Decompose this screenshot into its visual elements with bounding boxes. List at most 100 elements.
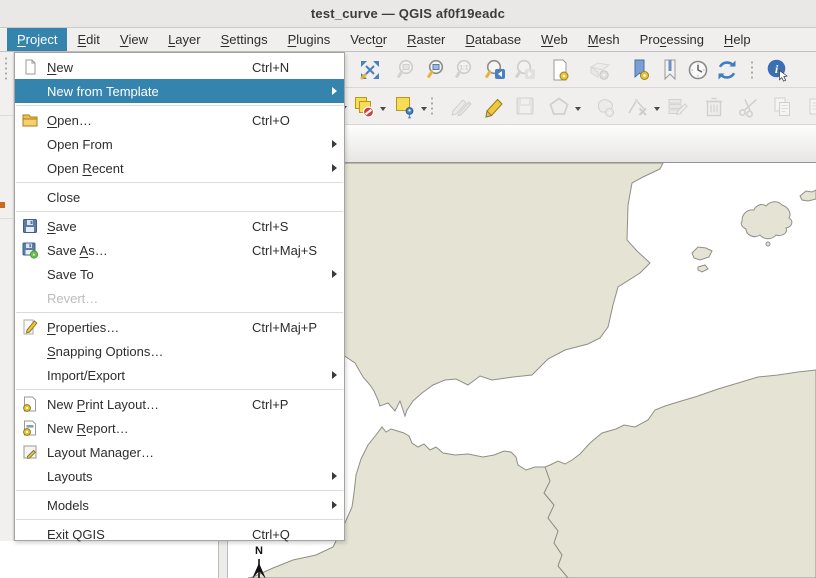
menubar-item-vector[interactable]: Vector [340, 28, 397, 51]
refresh-icon[interactable] [713, 56, 741, 84]
new-map-view-icon[interactable] [546, 56, 574, 84]
menu-item-open[interactable]: Open…Ctrl+O [15, 108, 344, 132]
menu-item-shortcut: Ctrl+S [252, 219, 330, 234]
menubar-item-raster[interactable]: Raster [397, 28, 455, 51]
project-menu: NewCtrl+NNew from TemplateOpen…Ctrl+OOpe… [14, 52, 345, 541]
menu-item-open-recent[interactable]: Open Recent [15, 156, 344, 180]
menubar-item-mesh[interactable]: Mesh [578, 28, 630, 51]
menu-item-import-export[interactable]: Import/Export [15, 363, 344, 387]
toolbar-separator [430, 96, 434, 116]
new-spatial-bookmark-icon[interactable] [626, 56, 654, 84]
menubar-item-database[interactable]: Database [455, 28, 531, 51]
menu-item-new-print-layout[interactable]: New Print Layout…Ctrl+P [15, 392, 344, 416]
menu-item-label: Layout Manager… [42, 445, 252, 460]
menu-item-revert[interactable]: Revert… [15, 286, 344, 310]
page-icon [18, 58, 42, 76]
select-by-value-dropdown-icon[interactable] [421, 107, 427, 114]
show-spatial-bookmarks-icon[interactable] [656, 56, 684, 84]
menu-item-new[interactable]: NewCtrl+N [15, 55, 344, 79]
vertex-tool-icon[interactable] [624, 93, 652, 121]
temporal-controller-icon[interactable] [684, 56, 712, 84]
qgis-window: test_curve — QGIS af0f19eadc ProjectEdit… [0, 0, 816, 578]
zoom-next-icon[interactable] [512, 56, 540, 84]
menu-item-label: Models [42, 498, 252, 513]
zoom-full-extent-icon[interactable] [356, 56, 384, 84]
menu-item-label: Save As… [42, 243, 252, 258]
menu-item-label: Close [42, 190, 252, 205]
menu-item-properties[interactable]: Properties…Ctrl+Maj+P [15, 315, 344, 339]
menu-item-save-to[interactable]: Save To [15, 262, 344, 286]
menu-item-layouts[interactable]: Layouts [15, 464, 344, 488]
identify-features-icon[interactable]: i [764, 56, 792, 84]
toggle-editing-icon[interactable] [481, 93, 509, 121]
north-arrow: N [246, 546, 272, 578]
submenu-arrow-icon [330, 471, 340, 481]
menubar-item-web[interactable]: Web [531, 28, 578, 51]
menu-item-close[interactable]: Close [15, 185, 344, 209]
zoom-to-selection-icon[interactable] [394, 56, 422, 84]
save-layer-edits-icon[interactable] [512, 93, 540, 121]
menubar-item-help[interactable]: Help [714, 28, 761, 51]
submenu-arrow-icon [330, 163, 340, 173]
vertex-tool-dropdown-icon[interactable] [654, 107, 660, 114]
menu-separator [16, 519, 343, 520]
props-icon [18, 318, 42, 336]
new-3d-map-view-icon[interactable] [586, 56, 614, 84]
menu-item-label: Open… [42, 113, 252, 128]
menu-item-shortcut: Ctrl+N [252, 60, 330, 75]
menu-item-shortcut: Ctrl+Maj+P [252, 320, 330, 335]
window-title: test_curve — QGIS af0f19eadc [311, 6, 505, 21]
zoom-to-layer-icon[interactable] [424, 56, 452, 84]
menu-item-shortcut: Ctrl+Q [252, 527, 330, 542]
deselect-features-dropdown-icon[interactable] [380, 107, 386, 114]
menubar-item-layer[interactable]: Layer [158, 28, 211, 51]
deselect-features-icon[interactable] [350, 93, 378, 121]
menu-separator [16, 490, 343, 491]
menu-item-label: New [42, 60, 252, 75]
toolbar-drag-handle-icon[interactable] [4, 56, 8, 80]
menu-item-models[interactable]: Models [15, 493, 344, 517]
delete-selected-icon[interactable] [700, 93, 728, 121]
menu-item-shortcut: Ctrl+O [252, 113, 330, 128]
left-dock-edge [0, 52, 14, 541]
add-polygon-feature-dropdown-icon[interactable] [575, 107, 581, 114]
menu-item-label: Open From [42, 137, 252, 152]
menubar-item-settings[interactable]: Settings [211, 28, 278, 51]
panel-splitter[interactable] [218, 541, 228, 578]
menu-item-label: Revert… [42, 291, 252, 306]
menu-item-layout-manager[interactable]: Layout Manager… [15, 440, 344, 464]
submenu-arrow-icon [330, 269, 340, 279]
submenu-arrow-icon [330, 500, 340, 510]
current-edits-icon[interactable] [448, 93, 476, 121]
menu-item-label: Import/Export [42, 368, 252, 383]
menu-item-save[interactable]: SaveCtrl+S [15, 214, 344, 238]
select-by-value-icon[interactable] [391, 93, 419, 121]
menu-item-label: Save [42, 219, 252, 234]
menu-item-save-as[interactable]: Save As…Ctrl+Maj+S [15, 238, 344, 262]
zoom-last-icon[interactable] [482, 56, 510, 84]
menubar-item-plugins[interactable]: Plugins [278, 28, 341, 51]
menu-item-snapping-options[interactable]: Snapping Options… [15, 339, 344, 363]
svg-text:1:1: 1:1 [460, 66, 469, 72]
menubar-item-view[interactable]: View [110, 28, 158, 51]
menubar-item-processing[interactable]: Processing [630, 28, 714, 51]
menu-item-open-from[interactable]: Open From [15, 132, 344, 156]
menubar-item-project[interactable]: Project [7, 28, 67, 51]
menu-item-new-report[interactable]: New Report… [15, 416, 344, 440]
add-polygon-feature-icon[interactable] [545, 93, 573, 121]
dock-marker [0, 202, 5, 208]
menubar-item-edit[interactable]: Edit [67, 28, 109, 51]
paste-features-icon[interactable] [803, 93, 816, 121]
folder-icon [18, 111, 42, 129]
zoom-native-1-1-icon[interactable]: 1:1 [452, 56, 480, 84]
report-icon [18, 419, 42, 437]
menu-item-new-from-template[interactable]: New from Template [15, 79, 344, 103]
copy-features-icon[interactable] [769, 93, 797, 121]
modify-attributes-icon[interactable] [664, 93, 692, 121]
menu-item-exit-qgis[interactable]: Exit QGISCtrl+Q [15, 522, 344, 546]
floppy_as-icon [18, 241, 42, 259]
layout-icon [18, 395, 42, 413]
menu-separator [16, 211, 343, 212]
cut-features-icon[interactable] [735, 93, 763, 121]
move-feature-icon[interactable] [592, 93, 620, 121]
